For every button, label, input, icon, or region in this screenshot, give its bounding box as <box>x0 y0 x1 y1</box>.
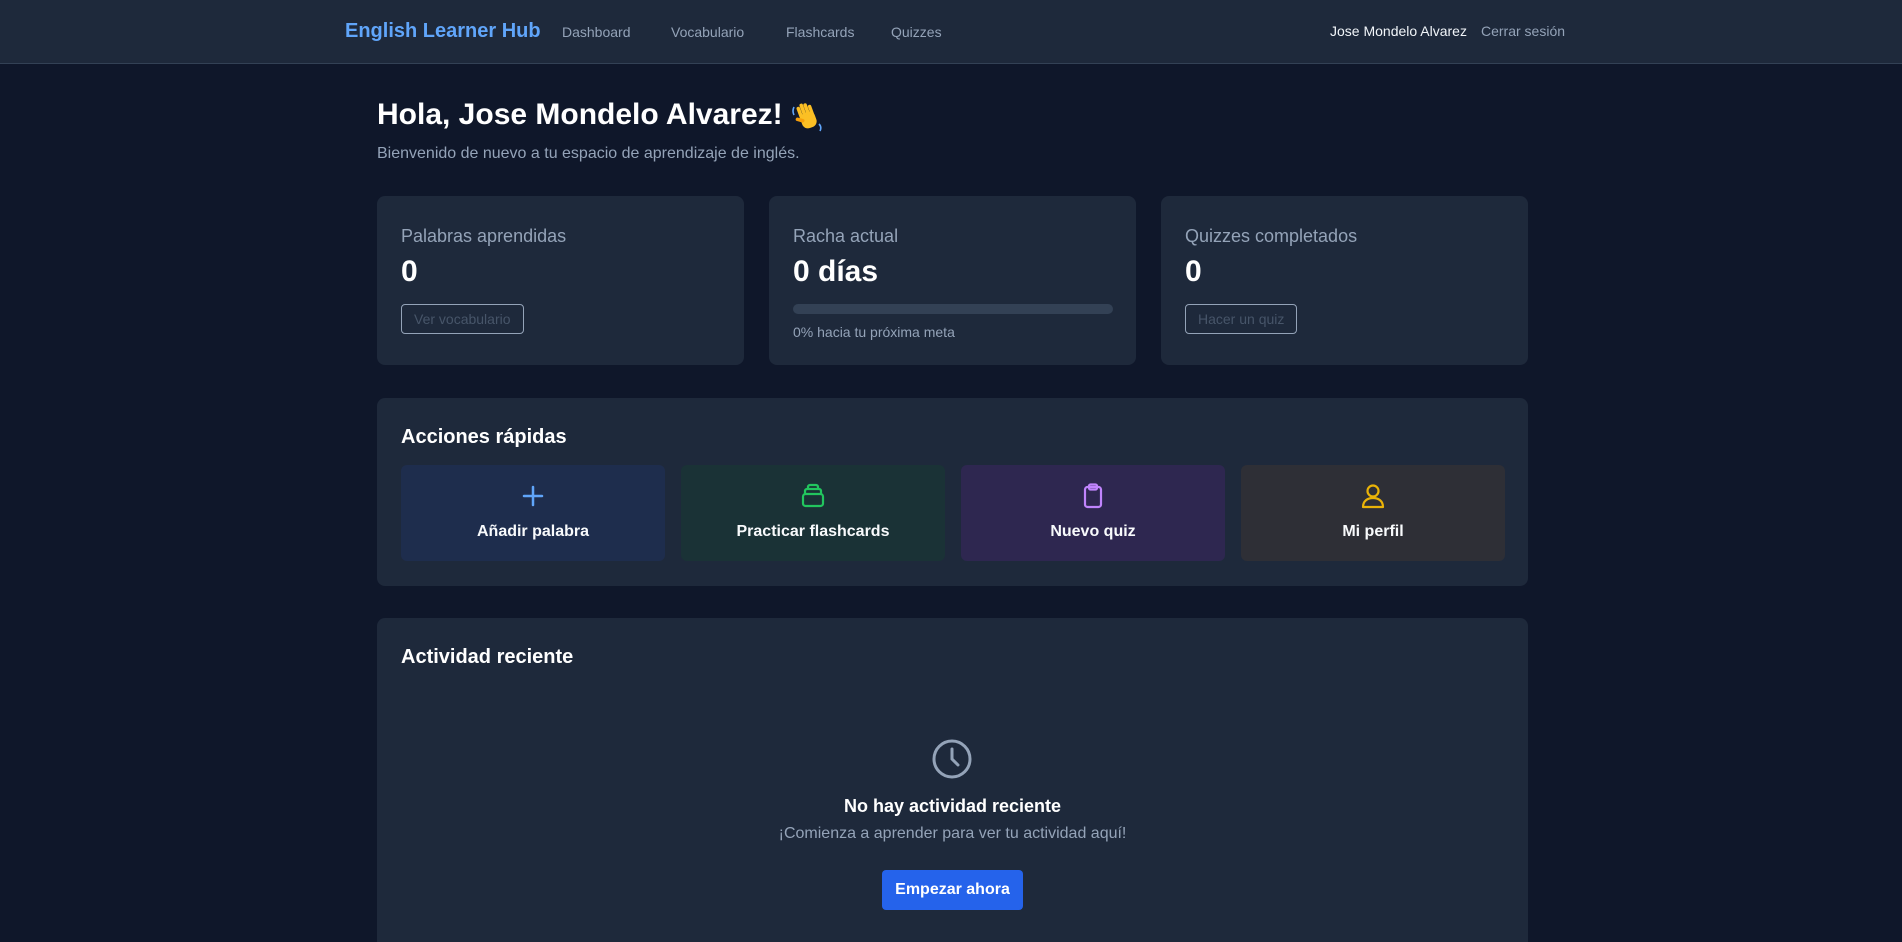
nav-vocabulario[interactable]: Vocabulario <box>671 24 744 40</box>
practice-flashcards-button[interactable]: Practicar flashcards <box>681 465 945 561</box>
stat-card-streak: Racha actual 0 días 0% hacia tu próxima … <box>769 196 1136 365</box>
action-label: Añadir palabra <box>476 523 590 540</box>
start-now-button[interactable]: Empezar ahora <box>882 870 1023 910</box>
stat-card-words: Palabras aprendidas 0 Ver vocabulario <box>377 196 744 365</box>
card-stack-icon <box>801 483 825 508</box>
empty-state-subtitle: ¡Comienza a aprender para ver tu activid… <box>778 825 1127 842</box>
empty-state-title: No hay actividad reciente <box>843 796 1062 816</box>
section-title: Actividad reciente <box>401 646 574 668</box>
clipboard-icon <box>1083 483 1103 509</box>
action-label: Practicar flashcards <box>736 523 890 540</box>
stat-label: Quizzes completados <box>1185 226 1358 246</box>
my-profile-button[interactable]: Mi perfil <box>1241 465 1505 561</box>
page-title: Hola, Jose Mondelo Alvarez! <box>377 98 783 131</box>
action-label: Nuevo quiz <box>1050 523 1136 540</box>
stat-value: 0 días <box>793 255 879 288</box>
stat-value: 0 <box>401 255 418 288</box>
nav-dashboard[interactable]: Dashboard <box>562 24 631 40</box>
stat-card-quizzes: Quizzes completados 0 Hacer un quiz <box>1161 196 1528 365</box>
brand-logo[interactable]: English Learner Hub <box>345 20 541 43</box>
section-title: Acciones rápidas <box>401 426 567 448</box>
stat-value: 0 <box>1185 255 1202 288</box>
view-vocabulary-button[interactable]: Ver vocabulario <box>401 304 524 334</box>
action-label: Mi perfil <box>1342 523 1404 540</box>
user-icon <box>1361 484 1385 509</box>
stat-label: Racha actual <box>793 226 899 246</box>
nav-quizzes[interactable]: Quizzes <box>891 24 942 40</box>
streak-progress-bar <box>793 304 1113 314</box>
new-quiz-button[interactable]: Nuevo quiz <box>961 465 1225 561</box>
stat-label: Palabras aprendidas <box>401 226 567 246</box>
progress-text: 0% hacia tu próxima meta <box>793 324 955 340</box>
nav-flashcards[interactable]: Flashcards <box>786 24 854 40</box>
quick-actions-section: Acciones rápidas Añadir palabra Practica… <box>377 398 1528 586</box>
page-subtitle: Bienvenido de nuevo a tu espacio de apre… <box>377 145 800 162</box>
logout-link[interactable]: Cerrar sesión <box>1481 23 1565 39</box>
add-word-button[interactable]: Añadir palabra <box>401 465 665 561</box>
take-quiz-button[interactable]: Hacer un quiz <box>1185 304 1298 334</box>
plus-icon <box>522 485 544 507</box>
clock-icon <box>932 739 972 779</box>
waving-hand-icon <box>792 103 822 132</box>
user-name: Jose Mondelo Alvarez <box>1330 23 1467 39</box>
recent-activity-section: Actividad reciente No hay actividad reci… <box>377 618 1528 942</box>
top-navbar: English Learner Hub Dashboard Vocabulari… <box>0 0 1902 64</box>
